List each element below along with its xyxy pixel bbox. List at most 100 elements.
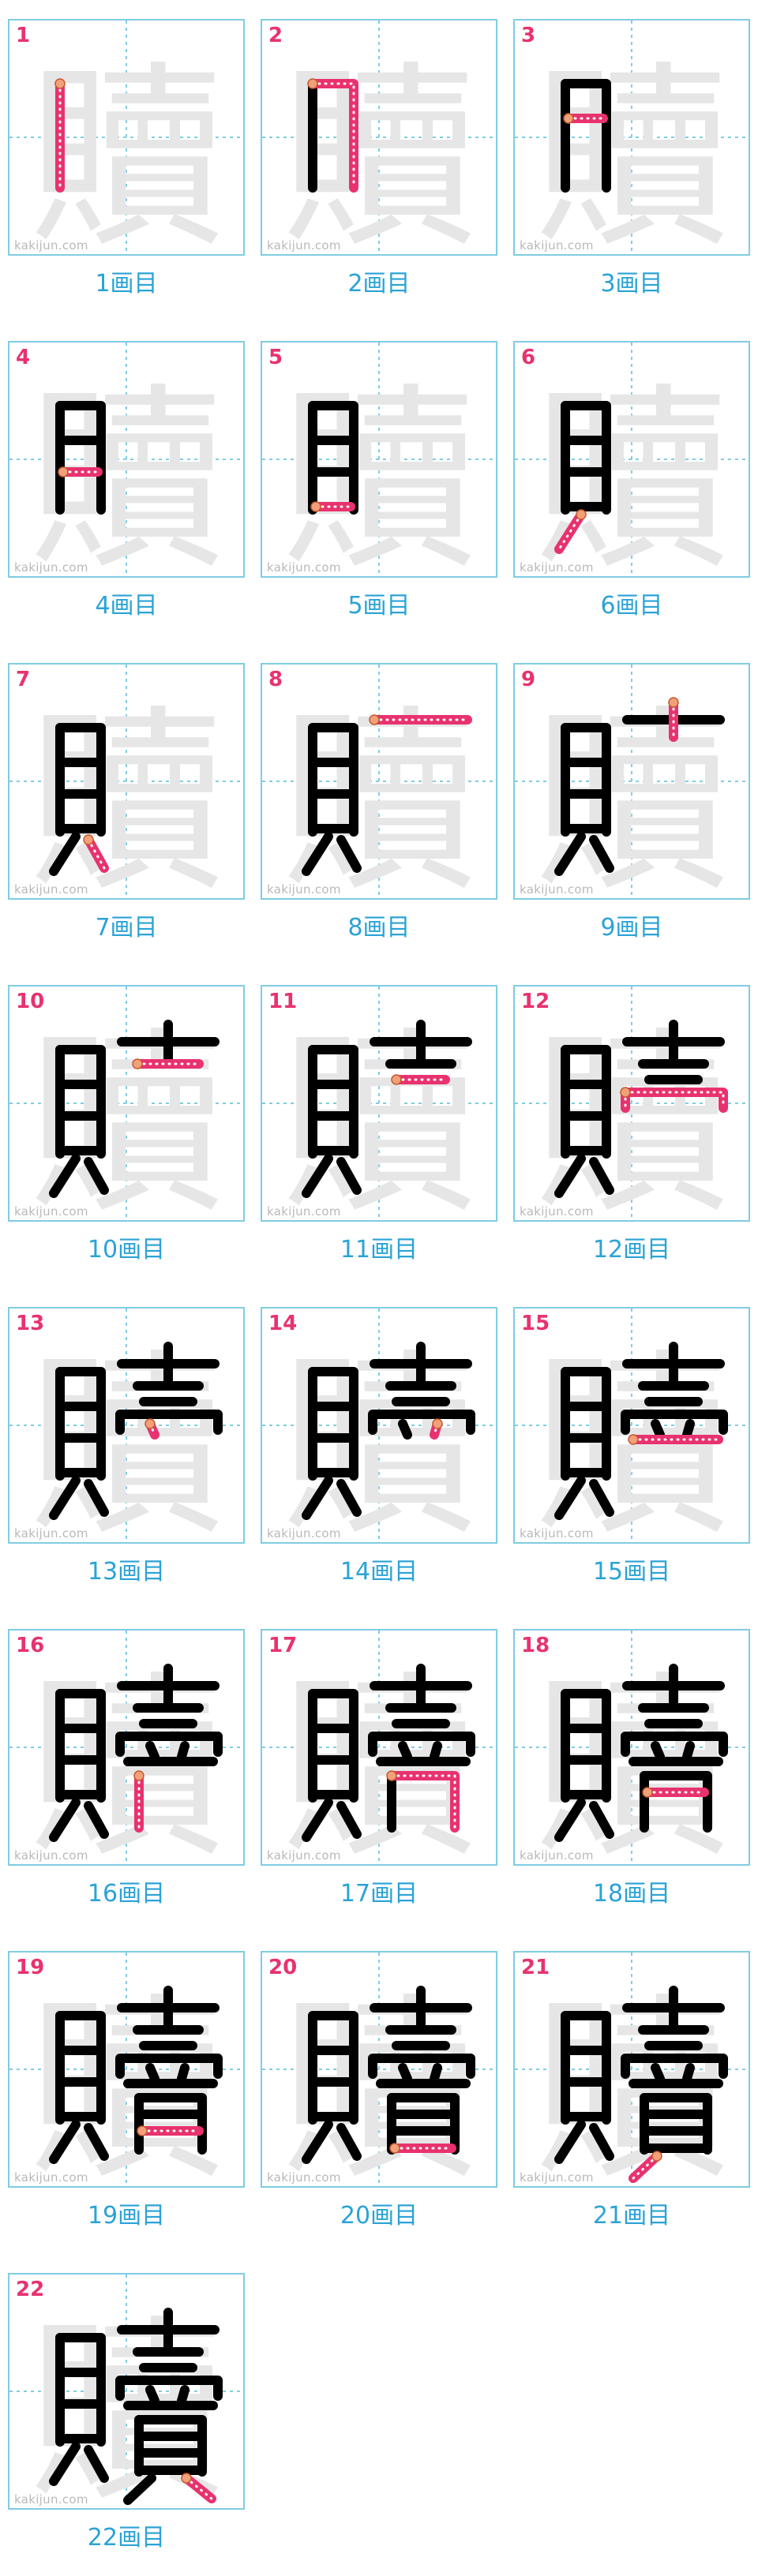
stroke-diagram: 贖 <box>262 665 496 898</box>
watermark-text: kakijun.com <box>14 1526 88 1541</box>
step-number: 13 <box>16 1312 45 1335</box>
stroke-start-dot <box>83 834 94 845</box>
watermark-text: kakijun.com <box>267 1526 341 1541</box>
stroke-diagram: 贖 <box>9 2275 243 2508</box>
stroke-diagram-panel: 贖 15 kakijun.com <box>513 1307 750 1544</box>
stroke-diagram-panel: 贖 21 kakijun.com <box>513 1951 750 2188</box>
stroke-diagram-panel: 贖 6 kakijun.com <box>513 341 750 578</box>
completed-stroke <box>145 2063 159 2084</box>
watermark-text: kakijun.com <box>14 238 88 253</box>
stroke-step-card: 贖 18 kakijun.com 18画目 <box>513 1629 750 1913</box>
stroke-step-card: 贖 10 kakijun.com 10画目 <box>8 985 245 1269</box>
step-number: 11 <box>268 990 298 1013</box>
completed-stroke <box>398 1741 412 1762</box>
watermark-text: kakijun.com <box>520 560 594 575</box>
step-caption: 14画目 <box>340 1558 418 1586</box>
stroke-diagram-panel: 贖 4 kakijun.com <box>8 341 245 578</box>
stroke-diagram: 贖 <box>262 987 496 1220</box>
step-caption: 4画目 <box>95 592 158 620</box>
stroke-diagram: 贖 <box>515 21 749 254</box>
stroke-diagram: 贖 <box>515 1953 749 2186</box>
step-number: 14 <box>268 1312 298 1335</box>
watermark-text: kakijun.com <box>520 2170 594 2185</box>
stroke-step-card: 贖 1 kakijun.com 1画目 <box>8 19 245 303</box>
stroke-diagram: 贖 <box>9 987 243 1220</box>
stroke-start-dot <box>144 1418 156 1429</box>
step-number: 21 <box>521 1956 550 1979</box>
step-caption: 16画目 <box>87 1880 166 1908</box>
stroke-start-dot <box>389 2143 400 2154</box>
stroke-start-dot <box>391 1074 402 1085</box>
stroke-diagram: 贖 <box>515 1309 749 1542</box>
stroke-diagram-panel: 贖 14 kakijun.com <box>261 1307 497 1544</box>
completed-stroke <box>651 1741 665 1762</box>
stroke-step-card: 贖 8 kakijun.com 8画目 <box>261 663 497 947</box>
stroke-diagram-panel: 贖 12 kakijun.com <box>513 985 750 1222</box>
stroke-diagram-panel: 贖 13 kakijun.com <box>8 1307 245 1544</box>
stroke-start-dot <box>132 1058 143 1069</box>
step-number: 8 <box>268 668 283 691</box>
step-caption: 12画目 <box>592 1236 671 1264</box>
stroke-start-dot <box>133 1770 144 1781</box>
watermark-text: kakijun.com <box>14 882 88 897</box>
step-number: 12 <box>521 990 550 1013</box>
watermark-text: kakijun.com <box>520 1526 594 1541</box>
stroke-diagram-panel: 贖 11 kakijun.com <box>261 985 497 1222</box>
stroke-step-card: 贖 5 kakijun.com 5画目 <box>261 341 497 625</box>
step-number: 17 <box>268 1634 298 1657</box>
step-caption: 3画目 <box>600 270 663 298</box>
completed-stroke <box>177 2385 190 2406</box>
stroke-start-dot <box>620 1087 631 1098</box>
completed-stroke <box>145 2385 159 2406</box>
step-caption: 2画目 <box>347 270 411 298</box>
stroke-diagram-panel: 贖 7 kakijun.com <box>8 663 245 900</box>
watermark-text: kakijun.com <box>14 1848 88 1863</box>
step-caption: 11画目 <box>340 1236 418 1264</box>
watermark-text: kakijun.com <box>14 2492 88 2507</box>
stroke-diagram: 贖 <box>9 21 243 254</box>
step-number: 18 <box>521 1634 550 1657</box>
stroke-diagram-panel: 贖 5 kakijun.com <box>261 341 497 578</box>
step-number: 20 <box>268 1956 298 1979</box>
completed-stroke <box>682 1741 695 1762</box>
stroke-start-dot <box>432 1418 443 1429</box>
watermark-text: kakijun.com <box>520 1848 594 1863</box>
stroke-step-card: 贖 22 kakijun.com 22画目 <box>8 2273 245 2557</box>
completed-stroke <box>682 1419 695 1440</box>
stroke-diagram-panel: 贖 9 kakijun.com <box>513 663 750 900</box>
stroke-diagram-panel: 贖 20 kakijun.com <box>261 1951 497 2188</box>
step-caption: 5画目 <box>347 592 411 620</box>
stroke-order-grid: 贖 1 kakijun.com 1画目贖 2 kakijun.com 2画目贖 3 kakiju… <box>0 0 758 2576</box>
completed-stroke <box>651 1419 665 1440</box>
step-number: 16 <box>16 1634 45 1657</box>
step-number: 10 <box>16 990 45 1013</box>
stroke-start-dot <box>137 2125 148 2136</box>
stroke-diagram-panel: 贖 3 kakijun.com <box>513 19 750 256</box>
step-number: 9 <box>521 668 536 691</box>
step-caption: 7画目 <box>95 914 158 942</box>
stroke-diagram: 贖 <box>9 1953 243 2186</box>
completed-stroke <box>430 2063 442 2084</box>
step-number: 19 <box>16 1956 45 1979</box>
stroke-start-dot <box>307 78 318 89</box>
stroke-diagram: 贖 <box>262 343 496 576</box>
stroke-step-card: 贖 20 kakijun.com 20画目 <box>261 1951 497 2235</box>
stroke-step-card: 贖 11 kakijun.com 11画目 <box>261 985 497 1269</box>
step-number: 3 <box>521 24 536 47</box>
stroke-diagram-panel: 贖 8 kakijun.com <box>261 663 497 900</box>
stroke-diagram: 贖 <box>262 1309 496 1542</box>
stroke-step-card: 贖 16 kakijun.com 16画目 <box>8 1629 245 1913</box>
step-caption: 21画目 <box>592 2202 671 2230</box>
stroke-diagram: 贖 <box>9 343 243 576</box>
step-caption: 9画目 <box>600 914 663 942</box>
stroke-diagram-panel: 贖 22 kakijun.com <box>8 2273 245 2510</box>
completed-stroke <box>177 1741 190 1762</box>
stroke-start-dot <box>310 501 321 512</box>
step-caption: 10画目 <box>87 1236 166 1264</box>
stroke-diagram-panel: 贖 1 kakijun.com <box>8 19 245 256</box>
step-caption: 20画目 <box>340 2202 418 2230</box>
watermark-text: kakijun.com <box>14 560 88 575</box>
stroke-diagram: 贖 <box>9 665 243 898</box>
step-number: 5 <box>268 346 283 369</box>
completed-stroke <box>430 1741 442 1762</box>
